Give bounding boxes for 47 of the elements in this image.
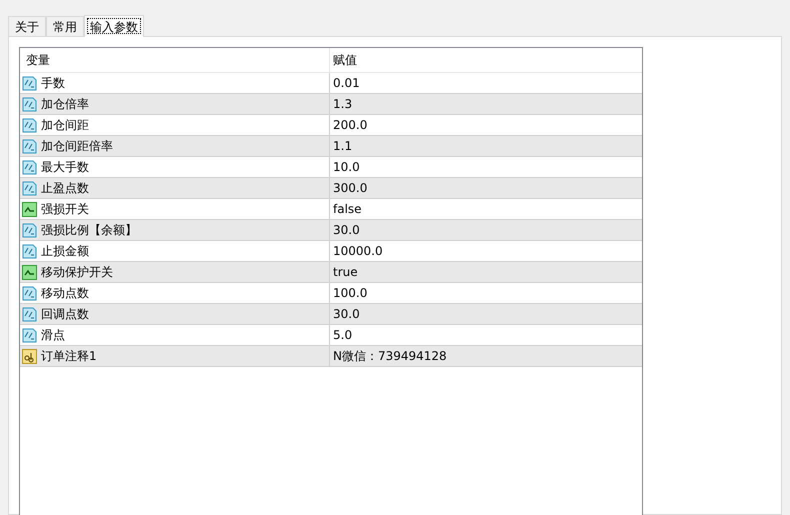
number-type-icon <box>22 244 37 258</box>
number-type-icon <box>22 222 37 238</box>
toggle-type-icon <box>22 202 37 216</box>
parameter-name: 手数 <box>41 75 65 92</box>
parameter-value: 30.0 <box>333 222 360 239</box>
parameter-name: 加仓间距倍率 <box>41 138 113 155</box>
parameter-name: 加仓间距 <box>41 117 89 134</box>
parameter-value: 200.0 <box>333 117 368 134</box>
parameter-value: 0.01 <box>333 75 360 92</box>
toggle-type-icon <box>22 264 37 280</box>
parameter-value: 10.0 <box>333 159 360 176</box>
parameter-name: 回调点数 <box>41 306 89 323</box>
tab[interactable]: 关于 <box>8 16 46 36</box>
parameter-value: 1.3 <box>333 96 352 113</box>
number-type-icon <box>22 286 37 300</box>
column-header[interactable]: 赋值 <box>330 48 642 72</box>
number-type-icon <box>22 138 37 154</box>
parameter-name: 移动点数 <box>41 285 89 302</box>
number-type-icon <box>22 328 37 342</box>
parameter-name: 移动保护开关 <box>41 264 113 281</box>
tab[interactable]: 常用 <box>46 16 84 36</box>
parameter-value: true <box>333 264 358 281</box>
parameter-name: 滑点 <box>41 327 65 344</box>
text-type-icon <box>22 348 37 364</box>
parameter-value: 5.0 <box>333 327 352 344</box>
number-type-icon <box>22 118 37 132</box>
parameter-name: 订单注释1 <box>41 348 97 365</box>
parameter-value: 30.0 <box>333 306 360 323</box>
parameter-name: 加仓倍率 <box>41 96 89 113</box>
parameter-value: 10000.0 <box>333 243 383 260</box>
parameter-name: 最大手数 <box>41 159 89 176</box>
parameter-value: 1.1 <box>333 138 352 155</box>
parameter-name: 强损比例【余额】 <box>41 222 137 239</box>
column-header[interactable]: 变量 <box>20 48 330 72</box>
number-type-icon <box>22 306 37 322</box>
parameter-value: N微信：739494128 <box>333 348 447 365</box>
parameter-value: false <box>333 201 362 218</box>
number-type-icon <box>22 76 37 90</box>
number-type-icon <box>22 96 37 112</box>
parameter-name: 止损金额 <box>41 243 89 260</box>
parameter-name: 强损开关 <box>41 201 89 218</box>
number-type-icon <box>22 160 37 174</box>
tab[interactable]: 输入参数 <box>84 15 144 37</box>
parameter-value: 300.0 <box>333 180 368 197</box>
parameter-name: 止盈点数 <box>41 180 89 197</box>
parameter-value: 100.0 <box>333 285 368 302</box>
number-type-icon <box>22 180 37 196</box>
